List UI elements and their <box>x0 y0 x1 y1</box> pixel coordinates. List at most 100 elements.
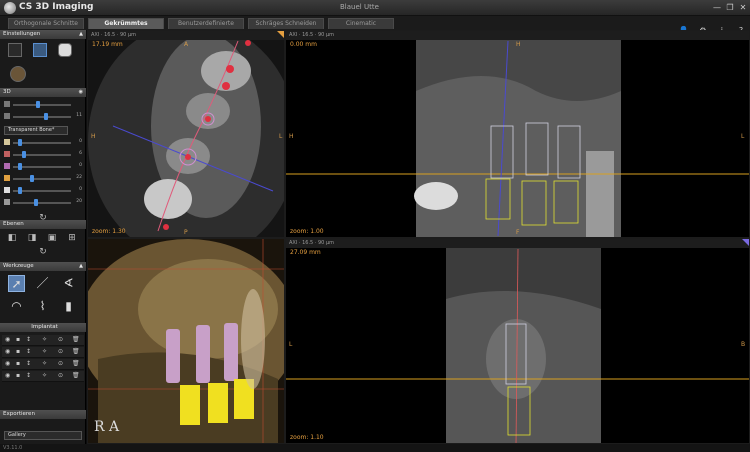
cross1-orient-left: H <box>289 133 294 140</box>
status-bar: V3.11.0 <box>0 444 750 452</box>
axial-orient-left: H <box>91 133 96 140</box>
plane-all-icon[interactable]: ⊞ <box>66 232 78 244</box>
skull-view-icon[interactable] <box>33 43 47 57</box>
cross-section-viewport-top[interactable]: AXI · 16.5 · 90 μm 0.00 mm H F H L zoom:… <box>285 30 750 238</box>
cross-section-image-bottom <box>286 239 749 443</box>
render-3d-orientation: R A <box>94 419 120 435</box>
maximize-button[interactable]: ❐ <box>725 3 735 12</box>
cross1-toolbar[interactable]: AXI · 16.5 · 90 μm <box>286 31 749 40</box>
layer-2-value: 6 <box>79 151 82 156</box>
cross1-measurement: 0.00 mm <box>290 41 317 48</box>
collapse-icon[interactable]: ▲ <box>79 30 83 39</box>
arch-tool-icon[interactable]: ◠ <box>8 298 25 315</box>
implant-section: Implantat ◉ ▪ ↕ ✧ ⊙ 🗑 ◉ ▪ ↕ ✧ ⊙ 🗑 ◉ ▪ ↕ ✧ ⊙ 🗑 ◉ ▪ ↕ ✧ ⊙ 🗑 <box>0 323 86 413</box>
cross1-orient-top: H <box>516 41 521 48</box>
render-3d-image <box>88 239 284 443</box>
axial-orient-bottom: P <box>184 229 188 236</box>
planes-header[interactable]: Ebenen <box>0 220 86 229</box>
tools-header[interactable]: Werkzeuge ▲ <box>0 262 86 271</box>
patient-name: Blauel Utte <box>340 3 379 11</box>
measure-tool-icon[interactable]: ／ <box>34 275 51 292</box>
implant-row[interactable]: ◉ ▪ ↕ ✧ ⊙ 🗑 <box>2 347 84 358</box>
cross2-corner-marker <box>742 239 749 246</box>
app-title: CS 3D Imaging <box>19 2 94 12</box>
plane-coronal-icon[interactable]: ◨ <box>26 232 38 244</box>
implant-row[interactable]: ◉ ▪ ↕ ✧ ⊙ 🗑 <box>2 359 84 370</box>
app-logo-icon <box>4 2 16 14</box>
implant-header[interactable]: Implantat <box>0 323 86 332</box>
angle-tool-icon[interactable]: ∢ <box>60 275 77 292</box>
tab-custom[interactable]: Benutzerdefinierte Schnitte <box>168 18 244 37</box>
layer-slider-3[interactable]: 0 <box>4 163 82 171</box>
pointer-tool-icon[interactable]: ➚ <box>8 275 25 292</box>
implant-title: Implantat <box>31 324 58 330</box>
cross1-orient-right: L <box>741 133 745 140</box>
export-section: Exportieren Gallery <box>0 410 86 444</box>
cross-section-image-top <box>286 31 749 237</box>
layer-slider-4[interactable]: 22 <box>4 175 82 183</box>
axial-image <box>88 31 284 237</box>
axial-toolbar[interactable]: AXI · 16.5 · 90 μm <box>88 31 284 40</box>
implant-tool-icon[interactable]: ▮ <box>60 298 77 315</box>
gallery-select[interactable]: Gallery <box>4 431 82 440</box>
settings-title: Einstellungen <box>3 31 41 37</box>
app-window: CS 3D Imaging Blauel Utte — ❐ ✕ Orthogon… <box>0 0 750 452</box>
cross1-zoom: zoom: 1.00 <box>290 228 324 235</box>
face-icon[interactable] <box>10 66 26 82</box>
axial-zoom: zoom: 1.30 <box>92 228 126 235</box>
tab-oblique[interactable]: Schräges Schneiden <box>248 18 324 29</box>
layer-slider-1[interactable]: 0 <box>4 139 82 147</box>
planes-section: Ebenen ◧ ◨ ▣ ⊞ ↻ <box>0 220 86 260</box>
close-button[interactable]: ✕ <box>738 3 748 12</box>
export-title: Exportieren <box>3 411 35 417</box>
implant-row[interactable]: ◉ ▪ ↕ ✧ ⊙ 🗑 <box>2 335 84 346</box>
render-mode-select[interactable]: Transparent Bone* <box>4 126 68 135</box>
plane-sagittal-icon[interactable]: ▣ <box>46 232 58 244</box>
tab-orthogonal[interactable]: Orthogonale Schnitte <box>8 18 84 29</box>
layer-6-value: 20 <box>76 199 82 204</box>
brightness-slider[interactable] <box>4 101 82 109</box>
layer-5-value: 0 <box>79 187 82 192</box>
section-3d-title: 3D <box>3 89 11 95</box>
cross2-toolbar[interactable]: AXI · 16.5 · 90 μm <box>286 239 749 248</box>
axial-orient-right: L <box>279 133 283 140</box>
settings-header[interactable]: Einstellungen ▲ <box>0 30 86 39</box>
layer-slider-6[interactable]: 20 <box>4 199 82 207</box>
section-3d-header[interactable]: 3D ◉ <box>0 88 86 97</box>
axial-corner-marker <box>277 31 284 38</box>
settings-section: Einstellungen ▲ <box>0 30 86 88</box>
cross1-orient-bottom: F <box>516 229 520 236</box>
toolbar-icons: 👤 ⚙ i ? <box>675 18 746 35</box>
layer-slider-5[interactable]: 0 <box>4 187 82 195</box>
contrast-slider[interactable]: 11 <box>4 113 82 121</box>
axial-viewport[interactable]: AXI · 16.5 · 90 μm 17.19 mm A P H L zoom… <box>87 30 285 238</box>
export-header[interactable]: Exportieren <box>0 410 86 419</box>
contrast-value: 11 <box>76 113 82 118</box>
tools-collapse-icon[interactable]: ▲ <box>79 262 83 271</box>
cross2-zoom: zoom: 1.10 <box>290 434 324 441</box>
nerve-tool-icon[interactable]: ⌇ <box>34 298 51 315</box>
layer-slider-2[interactable]: 6 <box>4 151 82 159</box>
layer-3-value: 0 <box>79 163 82 168</box>
tab-bar: Orthogonale Schnitte Gekrümmtes Schneide… <box>0 16 750 37</box>
plane-axial-icon[interactable]: ◧ <box>6 232 18 244</box>
layer-1-value: 0 <box>79 139 82 144</box>
planes-reset-icon[interactable]: ↻ <box>37 246 49 258</box>
planes-title: Ebenen <box>3 221 24 227</box>
cross-section-viewport-bottom[interactable]: AXI · 16.5 · 90 μm 27.09 mm L B zoom: 1.… <box>285 238 750 444</box>
left-panel: Einstellungen ▲ 3D ◉ 11 Transparent Bone* … <box>0 30 86 444</box>
tab-curved[interactable]: Gekrümmtes Schneiden <box>88 18 164 37</box>
render-3d-viewport[interactable]: R A <box>87 238 285 444</box>
cross2-orient-left: L <box>289 341 293 348</box>
tooth-view-icon[interactable] <box>58 43 72 57</box>
layer-4-value: 22 <box>76 175 82 180</box>
eye-icon[interactable]: ◉ <box>79 88 83 97</box>
minimize-button[interactable]: — <box>712 3 722 12</box>
tab-cinematic[interactable]: Cinematic <box>328 18 394 29</box>
cross2-orient-right: B <box>741 341 746 348</box>
implant-row[interactable]: ◉ ▪ ↕ ✧ ⊙ 🗑 <box>2 371 84 382</box>
title-bar: CS 3D Imaging Blauel Utte — ❐ ✕ <box>0 0 750 16</box>
axial-orient-top: A <box>184 41 189 48</box>
volume-thumbnail-icon[interactable] <box>8 43 22 57</box>
cross2-measurement: 27.09 mm <box>290 249 321 256</box>
